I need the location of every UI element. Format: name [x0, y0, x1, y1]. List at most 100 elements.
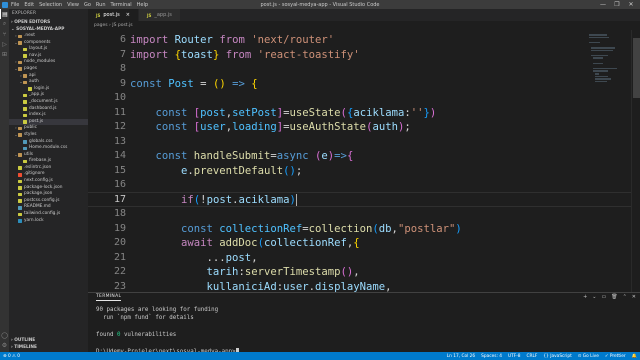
code-line: ...post,: [130, 251, 258, 265]
code-token: ...: [130, 251, 226, 264]
tab-post-js[interactable]: JS post.js ×: [88, 9, 139, 21]
split-terminal-icon[interactable]: ▭: [602, 294, 607, 300]
status-item[interactable]: 🔔: [632, 354, 637, 359]
tree-item[interactable]: ⌄ auth: [9, 79, 88, 86]
tree-item[interactable]: .eslintrc.json: [9, 165, 88, 172]
terminal-dropdown-icon[interactable]: ⌄: [592, 294, 596, 300]
breadcrumb[interactable]: pages › JS post.js: [88, 21, 640, 30]
status-item[interactable]: CRLF: [527, 354, 538, 359]
new-terminal-icon[interactable]: +: [583, 294, 587, 300]
explorer-sidebar: EXPLORER › OPEN EDITORS ⌄ SOSYAL-MEDYA-A…: [9, 9, 88, 352]
menu-go[interactable]: Go: [84, 2, 91, 8]
activity-bar: ▤ ⌕ ⑂ ▷ ⊞ ◯ ⚙: [0, 9, 9, 352]
code-token: collection: [308, 222, 373, 235]
tab--app-js[interactable]: JS _app.js: [138, 9, 181, 21]
outline-section[interactable]: › OUTLINE: [9, 337, 35, 344]
tree-item[interactable]: next.config.js: [9, 178, 88, 185]
code-line: tarih:serverTimestamp(),: [130, 265, 360, 279]
close-panel-icon[interactable]: ✕: [632, 294, 636, 300]
tree-item-label: .next: [24, 33, 35, 38]
tree-item[interactable]: ⌄ pages: [9, 66, 88, 73]
line-number: 19: [113, 222, 126, 234]
tab-terminal[interactable]: TERMINAL: [96, 294, 122, 301]
source-control-icon[interactable]: ⑂: [0, 29, 9, 39]
code-editor[interactable]: 6789101112131415161718192021222324 impor…: [88, 30, 640, 292]
timeline-section[interactable]: › TIMELINE: [9, 344, 37, 351]
scrollbar-thumb[interactable]: [633, 38, 640, 98]
code-token: post: [200, 106, 226, 119]
code-token: =>: [232, 77, 252, 90]
minimize-button[interactable]: —: [596, 1, 610, 8]
close-icon[interactable]: ×: [126, 12, 130, 18]
tree-item[interactable]: ⌄ components: [9, 40, 88, 47]
tree-item[interactable]: firebase.js: [9, 158, 88, 165]
code-token: ;: [404, 121, 411, 133]
tree-item[interactable]: › node_modules: [9, 59, 88, 66]
tree-item[interactable]: › public: [9, 125, 88, 132]
tree-item[interactable]: login.js: [9, 86, 88, 93]
tree-item[interactable]: ⌄ styles: [9, 132, 88, 139]
code-token: const: [130, 222, 220, 235]
line-number: 11: [113, 106, 126, 118]
tree-item-label: tailwind.config.js: [24, 211, 61, 217]
tree-item[interactable]: _document.js: [9, 99, 88, 106]
tree-item[interactable]: dashboard.js: [9, 106, 88, 113]
code-line: if(!post.aciklama): [130, 193, 296, 207]
menu-edit[interactable]: Edit: [24, 2, 34, 8]
menu-help[interactable]: Help: [137, 2, 148, 8]
code-token: db: [378, 222, 392, 235]
tree-item[interactable]: › api: [9, 73, 88, 80]
tree-item-label: auth: [29, 79, 39, 85]
tree-item[interactable]: › .next: [9, 33, 88, 40]
line-number: 22: [113, 266, 126, 277]
editor-scrollbar[interactable]: [631, 30, 640, 292]
gear-icon[interactable]: ⚙: [0, 340, 9, 350]
tree-item[interactable]: layout.js: [9, 46, 88, 53]
open-editors-section[interactable]: › OPEN EDITORS: [9, 19, 88, 26]
status-item[interactable]: ✓ Prettier: [605, 354, 626, 359]
tree-item[interactable]: _app.js: [9, 92, 88, 99]
status-item[interactable]: {} JavaScript: [543, 354, 571, 359]
menu-selection[interactable]: Selection: [39, 2, 62, 8]
status-problems[interactable]: ⊗ 0 ⚠ 0: [3, 354, 20, 359]
status-item[interactable]: UTF-8: [508, 354, 521, 359]
line-number: 10: [113, 92, 126, 103]
tree-item-label: firebase.js: [29, 158, 52, 164]
status-item[interactable]: Ln 17, Col 26: [447, 354, 475, 359]
code-token: post: [206, 193, 233, 206]
close-window-button[interactable]: ✕: [624, 1, 638, 8]
tree-item[interactable]: post.js: [9, 118, 88, 126]
search-icon[interactable]: ⌕: [0, 19, 9, 29]
maximize-panel-icon[interactable]: ⌃: [623, 294, 627, 300]
menu-terminal[interactable]: Terminal: [111, 2, 132, 8]
folder-icon: [23, 80, 27, 85]
terminal-output[interactable]: 90 packages are looking for funding run …: [96, 306, 240, 356]
code-token: {: [353, 237, 360, 249]
menu-view[interactable]: View: [67, 2, 79, 8]
tree-item[interactable]: package.json: [9, 191, 88, 198]
menu-file[interactable]: File: [11, 2, 19, 8]
tree-item[interactable]: yarn.lock: [9, 218, 88, 225]
extensions-icon[interactable]: ⊞: [0, 49, 9, 59]
tree-item[interactable]: Home.module.css: [9, 145, 88, 152]
minimap-line: [593, 57, 604, 59]
code-line: import {toast} from 'react-toastify': [130, 48, 360, 62]
menu-run[interactable]: Run: [96, 2, 106, 8]
terminal-panel: TERMINAL + ⌄ ▭ 🗑 ⌃ ✕ 90 packages are looking …: [88, 292, 640, 355]
tree-item[interactable]: tailwind.config.js: [9, 211, 88, 218]
project-root-section[interactable]: ⌄ SOSYAL-MEDYA-APP: [9, 26, 88, 33]
tree-item-label: package.json: [24, 191, 53, 197]
terminal-line: found 0 vulnerabilities: [96, 331, 239, 339]
status-item[interactable]: Spaces: 4: [481, 354, 502, 359]
code-token: addDoc: [219, 237, 258, 249]
tab-label: post.js: [103, 12, 120, 18]
run-debug-icon[interactable]: ▷: [0, 39, 9, 49]
js-file-icon: [23, 159, 27, 164]
trash-icon[interactable]: 🗑: [611, 294, 617, 300]
status-item[interactable]: ⊙ Go Live: [578, 354, 599, 359]
explorer-icon[interactable]: ▤: [0, 9, 9, 19]
account-icon[interactable]: ◯: [0, 330, 9, 340]
maximize-button[interactable]: ❐: [610, 1, 624, 8]
minimap[interactable]: [589, 30, 631, 292]
tree-item[interactable]: index.js: [9, 112, 88, 119]
